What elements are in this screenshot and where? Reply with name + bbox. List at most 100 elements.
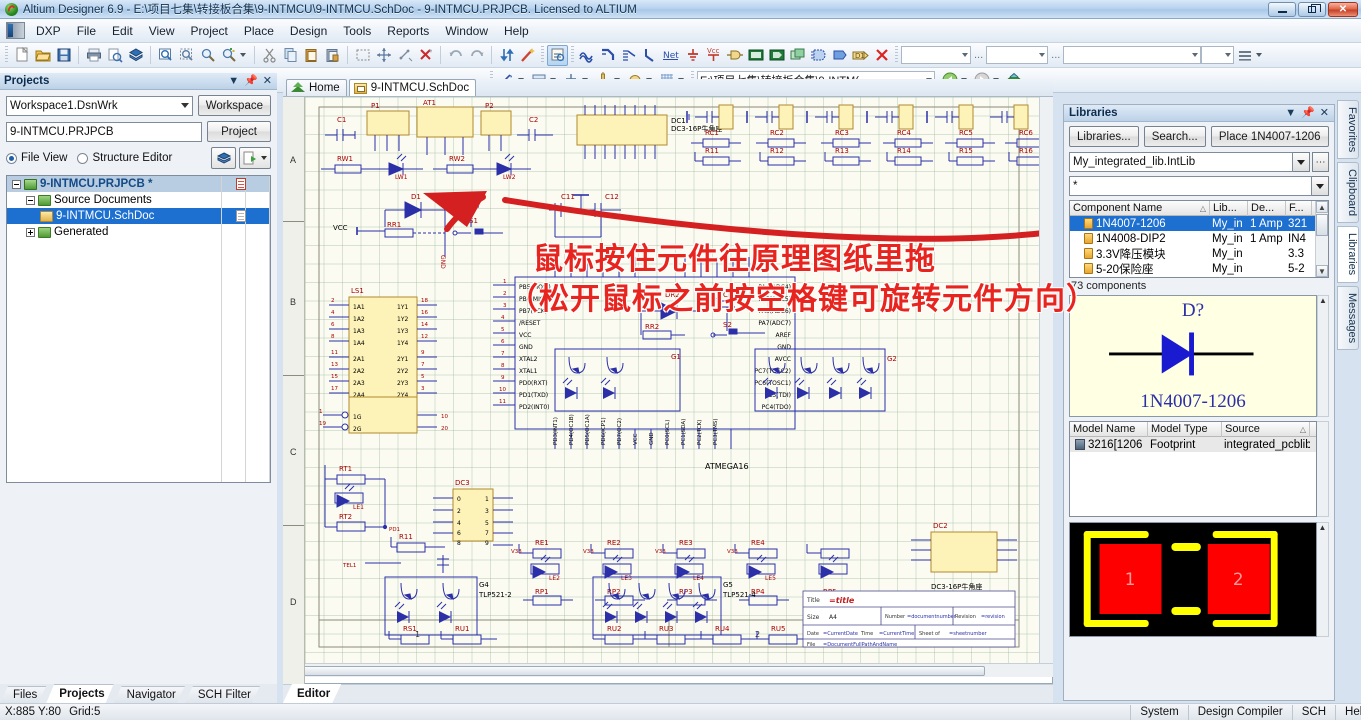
menu-help[interactable]: Help <box>496 21 537 41</box>
model-list-scrollbar[interactable] <box>1317 421 1329 517</box>
menu-dxp[interactable]: DXP <box>28 21 69 41</box>
project-field[interactable]: 9-INTMCU.PRJPCB <box>6 121 202 142</box>
sort-ascending-icon[interactable]: △ <box>1300 425 1306 434</box>
expander-minus-icon[interactable] <box>26 195 35 205</box>
vtab-messages[interactable]: Messages <box>1337 285 1359 350</box>
wand-icon[interactable] <box>517 45 538 66</box>
restore-button[interactable] <box>1298 1 1326 17</box>
board-insight-icon[interactable] <box>125 45 146 66</box>
copy-icon[interactable] <box>280 45 301 66</box>
workspace-combo[interactable]: Workspace1.DsnWrk <box>6 95 193 116</box>
tree-item-project[interactable]: 9-INTMCU.PRJPCB * <box>7 176 270 192</box>
panel-tab-projects[interactable]: Projects <box>46 684 113 703</box>
component-row-0[interactable]: 1N4007-1206 My_in 1 Amp 321 <box>1070 216 1328 231</box>
component-row-2[interactable]: 3.3V降压模块 My_in 3.3 <box>1070 246 1328 261</box>
close-icon[interactable]: ✕ <box>263 75 272 87</box>
expander-plus-icon[interactable] <box>26 227 35 237</box>
component-row-1[interactable]: 1N4008-DIP2 My_in 1 Amp IN4 <box>1070 231 1328 246</box>
save-icon[interactable] <box>53 45 74 66</box>
zoom-dropdown-caret-icon[interactable] <box>240 53 246 57</box>
menu-design[interactable]: Design <box>282 21 335 41</box>
place-port-icon[interactable] <box>829 45 850 66</box>
component-list-scrollbar[interactable]: ▲ ▼ <box>1315 201 1328 277</box>
place-vcc-icon[interactable]: Vcc <box>703 45 724 66</box>
structure-editor-radio[interactable] <box>77 152 89 164</box>
place-bus-icon[interactable] <box>598 45 619 66</box>
editor-vertical-scrollbar[interactable] <box>1039 97 1053 663</box>
place-signal-harness-icon[interactable] <box>619 45 640 66</box>
place-device-sheet-icon[interactable] <box>787 45 808 66</box>
cut-icon[interactable] <box>259 45 280 66</box>
workspace-button[interactable]: Workspace <box>197 95 271 116</box>
libraries-button[interactable]: Libraries... <box>1069 126 1139 147</box>
paste-special-icon[interactable] <box>322 45 343 66</box>
status-button-help[interactable]: Help <box>1335 704 1361 720</box>
component-filter-dropdown-icon[interactable] <box>1312 176 1329 196</box>
place-net-label-icon[interactable]: Net <box>661 45 682 66</box>
vtab-libraries[interactable]: Libraries <box>1337 226 1359 283</box>
vtab-favorites[interactable]: Favorites <box>1337 100 1359 160</box>
panel-tab-navigator[interactable]: Navigator <box>114 686 185 703</box>
file-view-radio[interactable] <box>6 152 17 164</box>
model-list[interactable]: Model Name Model Type Source △ 3216[1206… <box>1069 421 1317 517</box>
place-part-icon[interactable] <box>724 45 745 66</box>
footprint-preview-scrollbar[interactable]: ▲ <box>1317 522 1329 637</box>
editor-tab[interactable]: Editor <box>283 684 341 703</box>
project-options-icon[interactable] <box>211 147 236 169</box>
annotate-icon[interactable] <box>547 44 568 66</box>
list-view-caret-icon[interactable] <box>1256 53 1263 57</box>
close-icon[interactable]: ✕ <box>1320 107 1329 119</box>
library-select-dropdown-icon[interactable] <box>1293 152 1310 172</box>
new-document-icon[interactable] <box>11 45 32 66</box>
editor-horizontal-scrollbar[interactable] <box>283 663 1053 677</box>
clear-selection-icon[interactable] <box>415 45 436 66</box>
project-documents-icon[interactable] <box>239 147 271 169</box>
dxp-logo-icon[interactable] <box>6 22 25 39</box>
print-preview-icon[interactable] <box>104 45 125 66</box>
library-select[interactable]: My_integrated_lib.IntLib <box>1069 152 1293 172</box>
tree-item-generated[interactable]: Generated <box>7 224 270 240</box>
status-button-system[interactable]: System <box>1130 704 1187 720</box>
model-row-0[interactable]: 3216[1206 Footprint integrated_pcblib <box>1070 437 1316 452</box>
pin-icon[interactable]: 📌 <box>1301 107 1315 119</box>
menu-project[interactable]: Project <box>183 21 236 41</box>
print-icon[interactable] <box>83 45 104 66</box>
panel-tab-files[interactable]: Files <box>0 686 46 703</box>
place-sheet-symbol-icon[interactable] <box>745 45 766 66</box>
toolbar-combo-1-more[interactable]: ... <box>971 49 986 61</box>
scroll-up-icon[interactable]: ▲ <box>1316 201 1328 213</box>
project-tree[interactable]: 9-INTMCU.PRJPCB * Source Documents 9-INT… <box>6 175 271 483</box>
place-wire-icon[interactable] <box>577 45 598 66</box>
doc-tab-home[interactable]: Home <box>286 79 347 96</box>
paste-icon[interactable] <box>301 45 322 66</box>
menu-window[interactable]: Window <box>437 21 496 41</box>
menu-file[interactable]: File <box>69 21 104 41</box>
sort-ascending-icon[interactable]: △ <box>1200 204 1206 213</box>
zoom-area-icon[interactable] <box>176 45 197 66</box>
doc-tab-schdoc[interactable]: 9-INTMCU.SchDoc <box>348 79 477 96</box>
select-area-icon[interactable] <box>352 45 373 66</box>
minimize-button[interactable] <box>1268 1 1296 17</box>
place-bus-entry-icon[interactable] <box>640 45 661 66</box>
undo-icon[interactable] <box>445 45 466 66</box>
zoom-out-icon[interactable] <box>197 45 218 66</box>
place-component-button[interactable]: Place 1N4007-1206 <box>1210 126 1329 147</box>
place-offsheet-connector-icon[interactable]: D1 <box>850 45 871 66</box>
delete-icon[interactable] <box>871 45 892 66</box>
status-button-sch[interactable]: SCH <box>1291 704 1335 720</box>
expander-minus-icon[interactable] <box>12 179 21 189</box>
toolbar-grip[interactable] <box>5 46 8 64</box>
menu-edit[interactable]: Edit <box>104 21 141 41</box>
menu-place[interactable]: Place <box>236 21 282 41</box>
open-folder-icon[interactable] <box>32 45 53 66</box>
toolbar-combo-2-more[interactable]: ... <box>1048 49 1063 61</box>
chevron-down-icon[interactable]: ▼ <box>1285 107 1296 119</box>
menu-tools[interactable]: Tools <box>335 21 379 41</box>
component-row-3[interactable]: 5-20保险座 My_in 5-2 <box>1070 261 1328 276</box>
scroll-down-icon[interactable]: ▼ <box>1316 265 1328 277</box>
schematic-sheet[interactable]: 1 2 C1 P1 AT1 P2 C2 DC1 DC3-16P牛角座 RC1 R… <box>305 97 1053 663</box>
zoom-document-icon[interactable] <box>155 45 176 66</box>
component-row-4[interactable]: 5V降压模块 My_in 5V降 <box>1070 276 1328 277</box>
place-harness-connector-icon[interactable] <box>808 45 829 66</box>
redo-icon[interactable] <box>466 45 487 66</box>
